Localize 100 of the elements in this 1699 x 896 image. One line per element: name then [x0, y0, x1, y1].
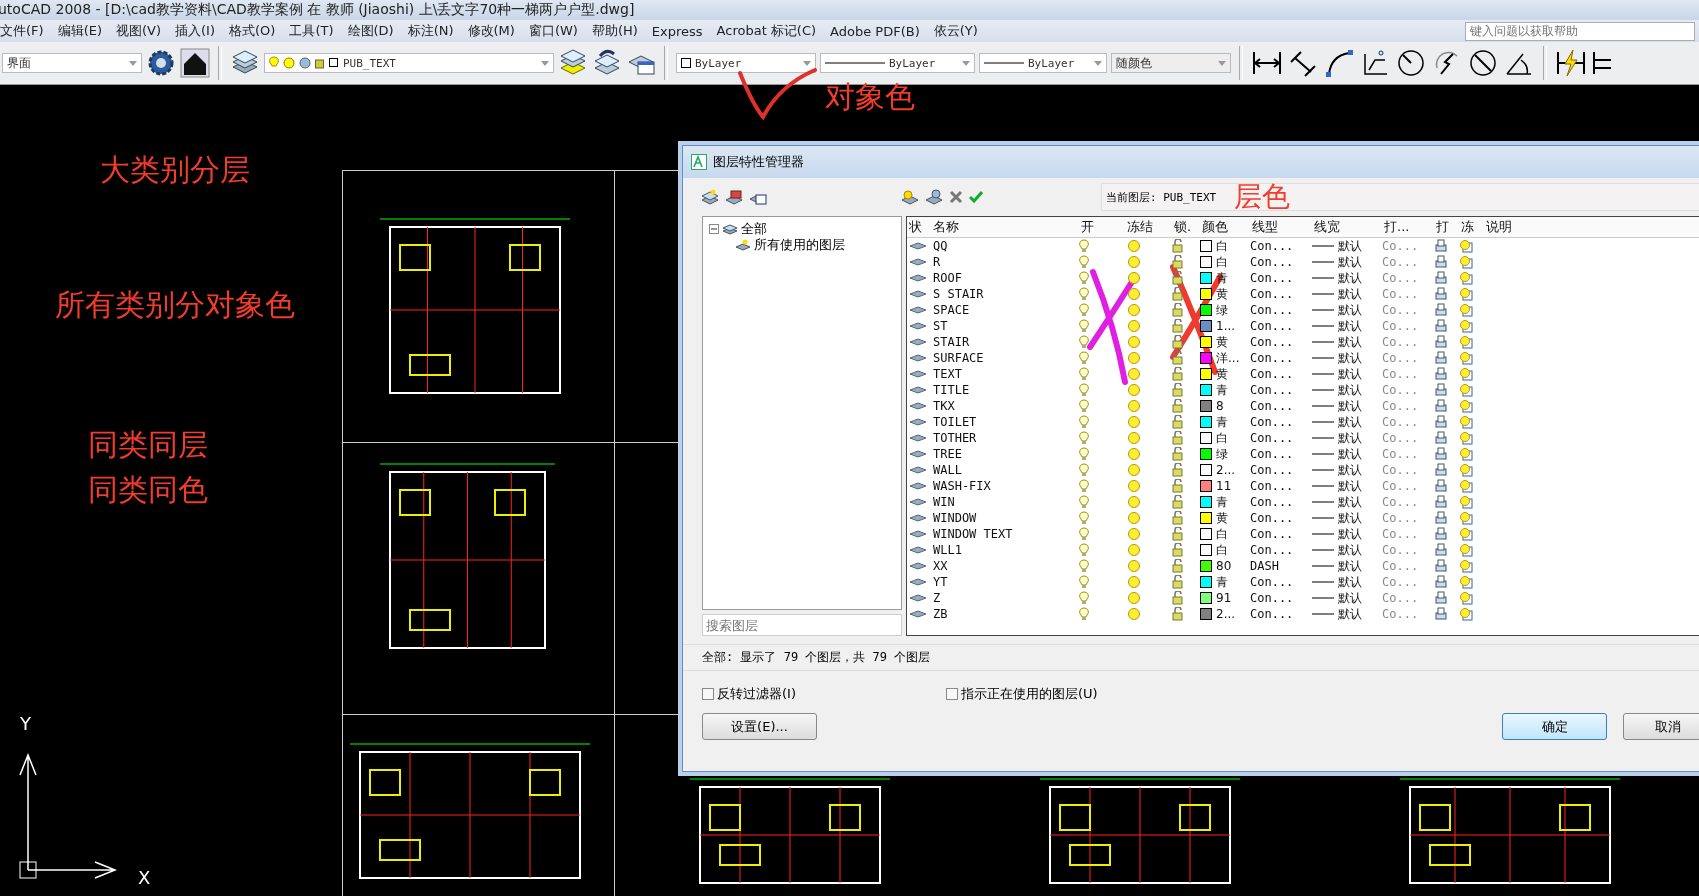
diameter-dimension-icon[interactable] [1467, 48, 1499, 78]
printer-icon[interactable] [1434, 543, 1448, 557]
viewport-freeze-icon[interactable] [1459, 415, 1473, 429]
viewport-freeze-icon[interactable] [1459, 399, 1473, 413]
lineweight-cell[interactable]: 默认 [1338, 557, 1362, 575]
layer-name[interactable]: TEXT [929, 367, 1079, 381]
checkbox-icon[interactable] [946, 688, 958, 700]
layer-name[interactable]: SPACE [929, 303, 1079, 317]
checkmark-icon[interactable] [969, 190, 983, 204]
layer-dropdown[interactable]: PUB_TEXT [264, 53, 554, 73]
layer-name[interactable]: Z [929, 591, 1079, 605]
column-header[interactable]: 锁. [1172, 218, 1200, 236]
quick-dimension-icon[interactable] [1555, 48, 1587, 78]
layer-name[interactable]: YT [929, 575, 1079, 589]
printer-icon[interactable] [1434, 271, 1448, 285]
printer-icon[interactable] [1434, 447, 1448, 461]
sun-icon[interactable] [1127, 415, 1141, 429]
sun-icon[interactable] [1127, 527, 1141, 541]
color-swatch[interactable] [1200, 240, 1212, 252]
viewport-freeze-icon[interactable] [1459, 607, 1473, 621]
lineweight-cell[interactable]: 默认 [1338, 525, 1362, 543]
lightbulb-icon[interactable] [1079, 415, 1089, 429]
lineweight-cell[interactable]: 默认 [1338, 285, 1362, 303]
new-layer-frozen-icon[interactable] [925, 189, 943, 205]
padlock-icon[interactable] [1172, 415, 1186, 429]
printer-icon[interactable] [1434, 383, 1448, 397]
menu-item[interactable]: 编辑(E) [57, 22, 102, 40]
lineweight-cell[interactable]: 默认 [1338, 397, 1362, 415]
lightbulb-icon[interactable] [1079, 527, 1089, 541]
sun-icon[interactable] [1127, 463, 1141, 477]
color-swatch[interactable] [1200, 592, 1212, 604]
column-header[interactable]: 打 [1434, 218, 1459, 236]
column-header[interactable]: 名称 [929, 218, 1079, 236]
color-swatch[interactable] [1200, 304, 1212, 316]
layer-name[interactable]: QQ [929, 239, 1079, 253]
padlock-icon[interactable] [1172, 431, 1186, 445]
menu-item[interactable]: 格式(O) [229, 22, 276, 40]
linetype-cell[interactable]: Con... [1250, 399, 1312, 413]
color-swatch[interactable] [1200, 512, 1212, 524]
padlock-icon[interactable] [1172, 303, 1186, 317]
arc-dimension-icon[interactable] [1323, 48, 1355, 78]
viewport-freeze-icon[interactable] [1459, 383, 1473, 397]
layer-name[interactable]: R [929, 255, 1079, 269]
printer-icon[interactable] [1434, 495, 1448, 509]
padlock-icon[interactable] [1172, 607, 1186, 621]
viewport-freeze-icon[interactable] [1459, 591, 1473, 605]
viewport-freeze-icon[interactable] [1459, 367, 1473, 381]
sun-icon[interactable] [1127, 239, 1141, 253]
padlock-icon[interactable] [1172, 511, 1186, 525]
menu-item[interactable]: 视图(V) [116, 22, 162, 40]
padlock-icon[interactable] [1172, 543, 1186, 557]
printer-icon[interactable] [1434, 287, 1448, 301]
color-swatch[interactable] [1200, 272, 1212, 284]
color-dropdown[interactable]: ByLayer [676, 53, 816, 73]
ok-button[interactable]: 确定 [1502, 713, 1607, 740]
printer-icon[interactable] [1434, 367, 1448, 381]
padlock-icon[interactable] [1172, 559, 1186, 573]
viewport-freeze-icon[interactable] [1459, 255, 1473, 269]
padlock-icon[interactable] [1172, 575, 1186, 589]
padlock-icon[interactable] [1172, 495, 1186, 509]
column-header[interactable]: 线型 [1250, 218, 1312, 236]
lightbulb-icon[interactable] [1079, 511, 1089, 525]
viewport-freeze-icon[interactable] [1459, 335, 1473, 349]
linetype-dropdown[interactable]: ByLayer [820, 53, 975, 73]
color-swatch[interactable] [1200, 608, 1212, 620]
linetype-cell[interactable]: Con... [1250, 575, 1312, 589]
color-swatch[interactable] [1200, 448, 1212, 460]
printer-icon[interactable] [1434, 303, 1448, 317]
sun-icon[interactable] [1127, 447, 1141, 461]
viewport-freeze-icon[interactable] [1459, 287, 1473, 301]
sun-icon[interactable] [1127, 303, 1141, 317]
padlock-icon[interactable] [1172, 351, 1186, 365]
viewport-freeze-icon[interactable] [1459, 271, 1473, 285]
sun-icon[interactable] [1127, 575, 1141, 589]
lightbulb-icon[interactable] [1079, 543, 1089, 557]
lightbulb-icon[interactable] [1079, 559, 1089, 573]
menu-item[interactable]: 依云(Y) [933, 22, 978, 40]
viewport-freeze-icon[interactable] [1459, 575, 1473, 589]
color-swatch[interactable] [1200, 480, 1212, 492]
lightbulb-icon[interactable] [1079, 463, 1089, 477]
sun-icon[interactable] [1127, 543, 1141, 557]
new-filter-icon[interactable] [701, 189, 719, 205]
layer-name[interactable]: TREE [929, 447, 1079, 461]
printer-icon[interactable] [1434, 479, 1448, 493]
sun-icon[interactable] [1127, 591, 1141, 605]
linetype-cell[interactable]: Con... [1250, 383, 1312, 397]
linetype-cell[interactable]: Con... [1250, 271, 1312, 285]
lineweight-cell[interactable]: 默认 [1338, 365, 1362, 383]
viewport-freeze-icon[interactable] [1459, 543, 1473, 557]
lightbulb-icon[interactable] [1079, 591, 1089, 605]
menu-item[interactable]: 修改(M) [467, 22, 515, 40]
linetype-cell[interactable]: Con... [1250, 319, 1312, 333]
lightbulb-icon[interactable] [1079, 255, 1089, 269]
menu-item[interactable]: Acrobat 标记(C) [716, 22, 817, 40]
printer-icon[interactable] [1434, 431, 1448, 445]
color-swatch[interactable] [1200, 320, 1212, 332]
padlock-icon[interactable] [1172, 463, 1186, 477]
printer-icon[interactable] [1434, 463, 1448, 477]
viewport-freeze-icon[interactable] [1459, 431, 1473, 445]
color-swatch[interactable] [1200, 432, 1212, 444]
